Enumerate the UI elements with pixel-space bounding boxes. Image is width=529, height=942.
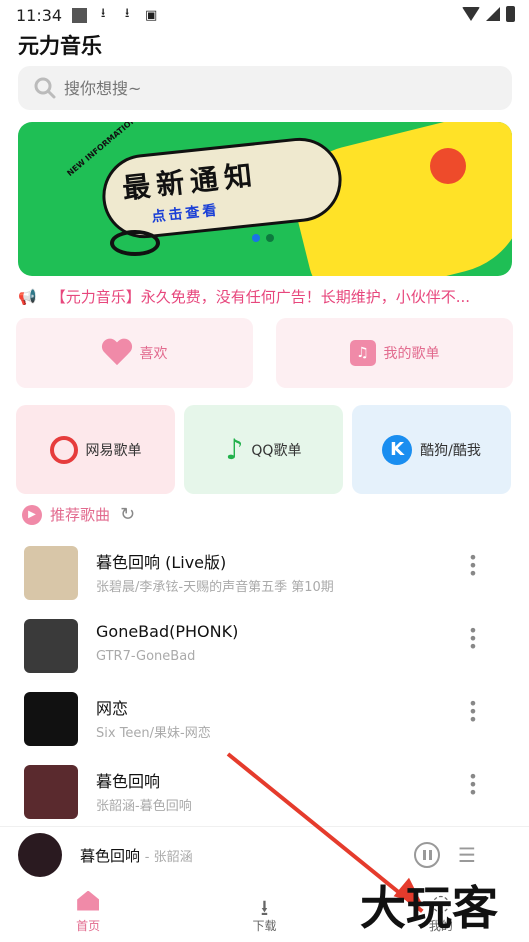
recommend-title: 推荐歌曲	[50, 506, 111, 524]
banner-subtitle: 点击查看	[150, 202, 221, 226]
qq-music-icon: ♪	[225, 433, 244, 466]
pagination-dot[interactable]	[252, 234, 260, 242]
app-notification-icon: ▣	[144, 7, 158, 23]
album-cover	[24, 546, 78, 600]
playlist-icon: ♫	[349, 340, 376, 366]
kugou-playlist-card[interactable]: K 酷狗/酷我	[352, 405, 511, 494]
song-subtitle: 张碧晨/李承铉-天赐的声音第五季 第10期	[96, 580, 334, 595]
status-indicators	[462, 6, 515, 22]
song-title: GoneBad(PHONK)	[96, 622, 239, 641]
megaphone-icon: 📢	[18, 287, 37, 306]
nav-download[interactable]: ⭳ 下载	[176, 882, 352, 942]
pagination-dot[interactable]	[266, 234, 274, 242]
like-card[interactable]: 喜欢	[16, 318, 253, 388]
notification-icon	[72, 7, 88, 23]
qq-playlist-card[interactable]: ♪ QQ歌单	[184, 405, 343, 494]
search-bar[interactable]	[18, 66, 512, 110]
swirl-illustration	[110, 230, 160, 256]
recommend-header: ▶ 推荐歌曲 ↻	[22, 504, 135, 525]
kugou-label: 酷狗/酷我	[420, 442, 481, 459]
now-playing-artist: - 张韶涵	[144, 850, 193, 865]
now-playing-title: 暮色回响	[80, 847, 141, 865]
search-input[interactable]	[64, 78, 484, 98]
queue-icon[interactable]: ☰	[458, 843, 476, 867]
more-icon[interactable]: • • •	[468, 696, 478, 728]
nav-label: 首页	[76, 918, 101, 933]
album-cover	[24, 765, 78, 819]
play-icon: ▶	[22, 504, 42, 525]
home-icon	[77, 890, 100, 911]
wifi-icon	[462, 7, 480, 21]
my-playlist-label: 我的歌单	[383, 346, 440, 362]
download-icon: ⭳	[100, 6, 106, 21]
battery-icon	[506, 6, 515, 22]
song-row[interactable]: 网恋 Six Teen/果妹-网恋 • • •	[0, 692, 529, 764]
heart-icon	[102, 339, 132, 367]
song-title: 网恋	[96, 699, 129, 718]
more-icon[interactable]: • • •	[468, 623, 478, 655]
banner[interactable]: NEW INFORMATION 最新通知 点击查看	[18, 122, 512, 276]
song-row[interactable]: GoneBad(PHONK) GTR7-GoneBad • • •	[0, 619, 529, 691]
qq-label: QQ歌单	[251, 442, 302, 459]
album-cover	[24, 619, 78, 673]
more-icon[interactable]: • • •	[468, 769, 478, 801]
song-title: 暮色回响	[96, 772, 161, 791]
song-subtitle: GTR7-GoneBad	[96, 649, 196, 664]
now-playing-cover	[18, 833, 62, 877]
song-row[interactable]: 暮色回响 (Live版) 张碧晨/李承铉-天赐的声音第五季 第10期 • • •	[0, 546, 529, 618]
status-time: 11:34	[16, 5, 63, 25]
song-subtitle: Six Teen/果妹-网恋	[96, 726, 211, 741]
download-icon: ⭳	[124, 6, 130, 21]
song-title: 暮色回响 (Live版)	[96, 553, 227, 572]
song-subtitle: 张韶涵-暮色回响	[96, 799, 192, 814]
refresh-icon[interactable]: ↻	[120, 504, 135, 525]
signal-icon	[486, 7, 500, 21]
more-icon[interactable]: • • •	[468, 550, 478, 582]
now-playing-text: 暮色回响 - 张韶涵	[80, 845, 193, 866]
kugou-icon: K	[382, 434, 413, 465]
netease-playlist-card[interactable]: 网易歌单	[16, 405, 175, 494]
pause-button[interactable]	[414, 842, 440, 868]
app-title: 元力音乐	[18, 34, 102, 58]
download-icon: ⭳	[260, 895, 269, 921]
banner-title: 最新通知	[120, 158, 260, 206]
netease-icon	[49, 435, 78, 464]
nav-label: 下载	[252, 918, 277, 933]
my-playlist-card[interactable]: ♫ 我的歌单	[276, 318, 513, 388]
banner-pagination	[252, 234, 274, 242]
like-label: 喜欢	[139, 346, 168, 362]
notice-text: 【元力音乐】永久免费，没有任何广告！长期维护，小伙伴不...	[50, 288, 470, 306]
notice-bar[interactable]: 📢 【元力音乐】永久免费，没有任何广告！长期维护，小伙伴不...	[18, 286, 512, 307]
smiley-illustration	[430, 148, 466, 184]
status-bar: 11:34 ⭳ ⭳ ▣	[0, 0, 529, 30]
watermark: 大玩客	[360, 881, 498, 935]
search-icon	[34, 77, 56, 99]
nav-home[interactable]: 首页	[0, 882, 176, 942]
album-cover	[24, 692, 78, 746]
netease-label: 网易歌单	[85, 442, 142, 459]
